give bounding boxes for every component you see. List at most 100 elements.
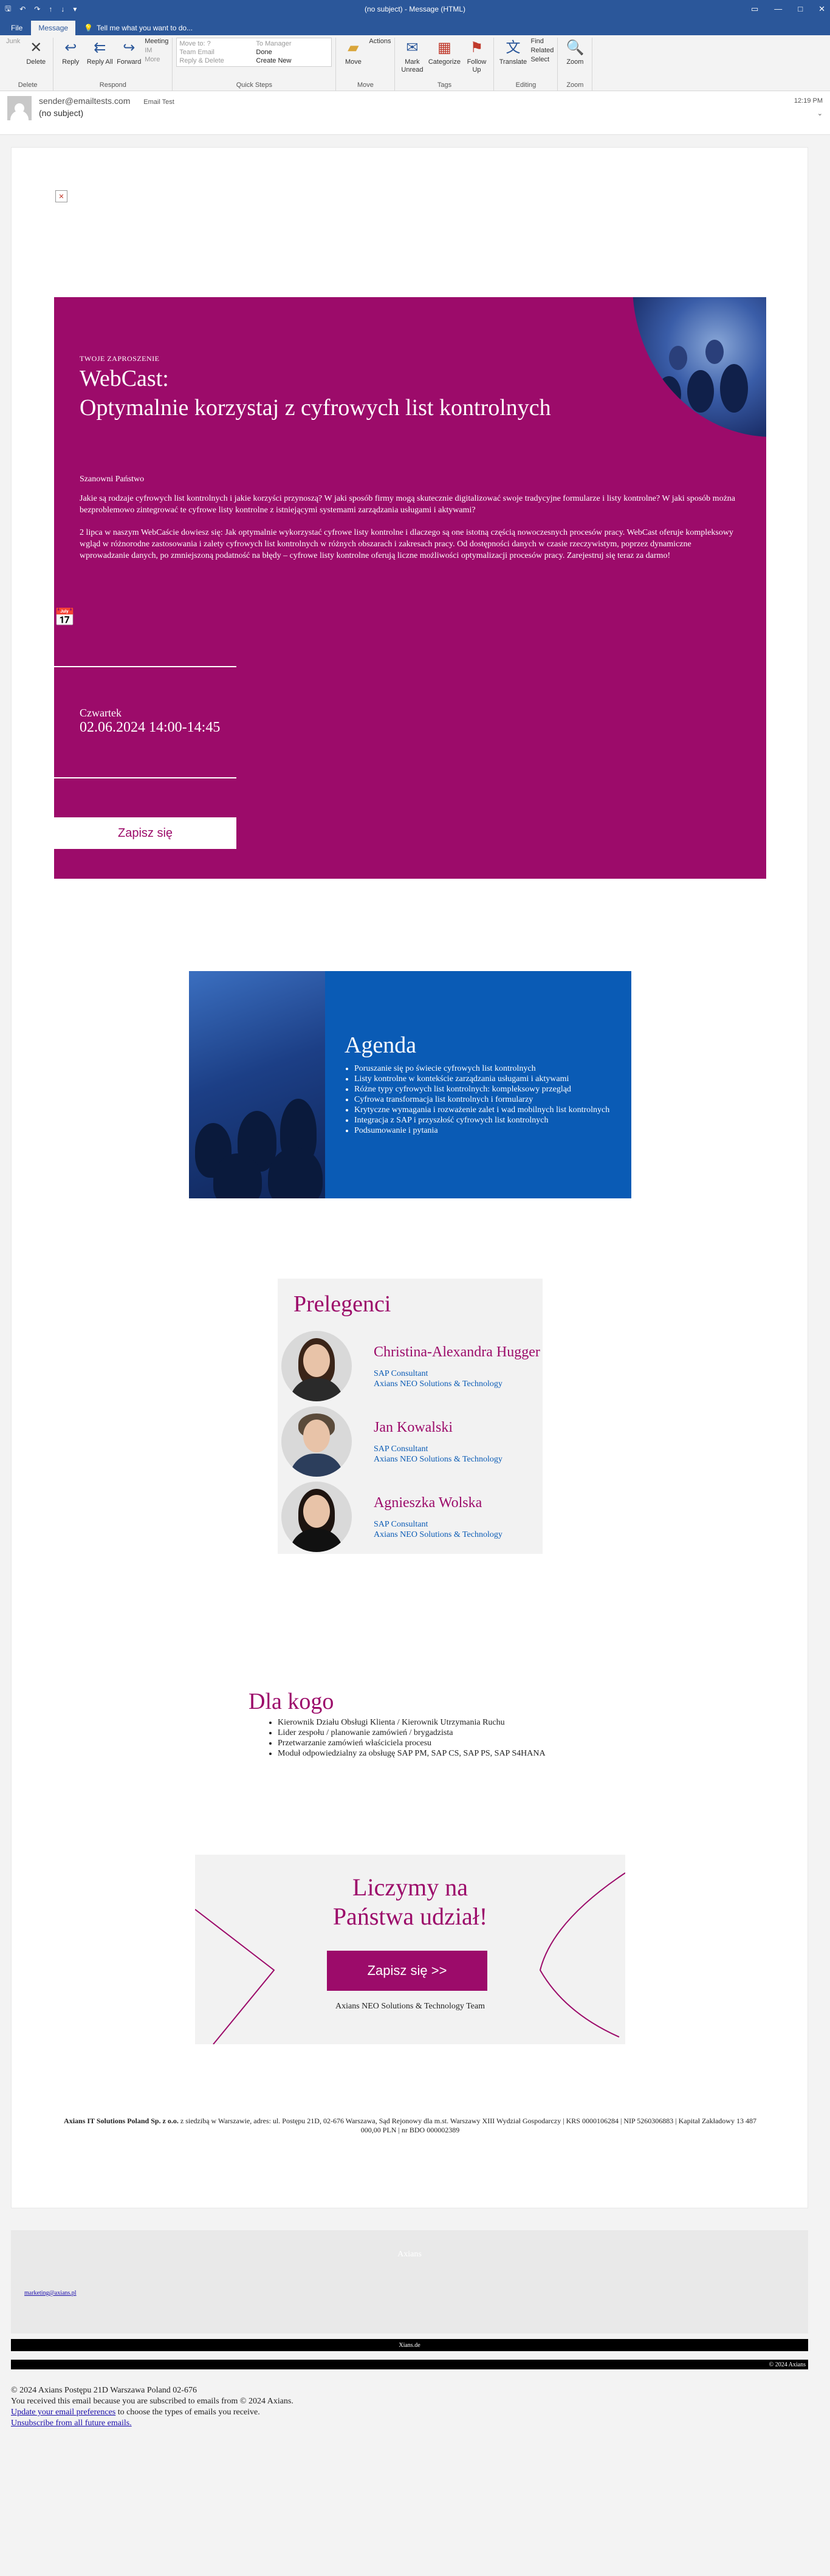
ribbon-group-label: Editing <box>515 81 537 89</box>
delete-button[interactable]: ✕ Delete <box>22 38 49 66</box>
sender-display-name: Email Test <box>143 98 174 106</box>
ribbon-group-respond: ↩ Reply ⇇ Reply All ↪ Forward Meeting IM… <box>53 38 173 91</box>
redo-icon[interactable]: ↷ <box>34 5 40 13</box>
select-button[interactable]: Select <box>530 56 554 63</box>
register-button[interactable]: Zapisz się >> <box>327 1951 487 1991</box>
list-item: Moduł odpowiedzialny za obsługę SAP PM, … <box>278 1748 613 1759</box>
quick-step-item[interactable]: Team Email <box>179 49 252 56</box>
speakers-section: Prelegenci Christina-Alexandra Hugger SA… <box>278 1279 543 1554</box>
footer-email-link[interactable]: marketing@axians.pl <box>24 2290 77 2296</box>
down-arrow-icon[interactable]: ↓ <box>61 5 64 13</box>
speaker-role-title: SAP Consultant <box>374 1369 428 1378</box>
legal-notice: Axians IT Solutions Poland Sp. z o.o. z … <box>60 2117 760 2135</box>
speaker-role-title: SAP Consultant <box>374 1444 428 1454</box>
list-item: Kierownik Działu Obsługi Klienta / Kiero… <box>278 1717 613 1728</box>
hero-title-line: WebCast: <box>80 366 169 391</box>
broken-image-icon: ✕ <box>55 190 67 202</box>
more-button[interactable]: More <box>145 56 168 63</box>
preferences-rest-text: to choose the types of emails you receiv… <box>115 2408 260 2417</box>
actions-button[interactable]: Actions <box>369 38 391 45</box>
speaker-photo <box>281 1331 352 1401</box>
footer-block: Axians marketing@axians.pl <box>11 2230 808 2334</box>
unsubscribe-link[interactable]: Unsubscribe from all future emails. <box>11 2418 293 2429</box>
event-datetime: 02.06.2024 14:00-14:45 <box>80 720 221 735</box>
list-item: Poruszanie się po świecie cyfrowych list… <box>354 1063 609 1074</box>
ribbon-group-move: ▰ Move Actions Move <box>336 38 396 91</box>
quick-access-toolbar: 🖫 ↶ ↷ ↑ ↓ ▾ <box>5 3 77 16</box>
ribbon-group-label: Move <box>357 81 374 89</box>
avatar-head-shape <box>15 103 24 113</box>
list-item: Listy kontrolne w kontekście zarządzania… <box>354 1074 609 1084</box>
hero-audience-photo <box>633 297 766 437</box>
subscription-notice: You received this email because you are … <box>11 2397 293 2406</box>
ribbon-group-label: Delete <box>18 81 38 89</box>
junk-button[interactable]: Junk <box>6 38 20 45</box>
footer-brand: Axians <box>397 2250 422 2259</box>
minimize-button[interactable]: — <box>774 4 782 14</box>
undo-icon[interactable]: ↶ <box>19 5 26 13</box>
quick-step-item[interactable]: Done <box>256 49 329 56</box>
speaker-role: SAP Consultant Axians NEO Solutions & Te… <box>374 1369 502 1389</box>
categorize-button[interactable]: ▦ Categorize <box>428 38 461 66</box>
maximize-button[interactable]: □ <box>798 4 803 14</box>
translate-button[interactable]: 文 Translate <box>498 38 528 66</box>
zoom-button[interactable]: 🔍 Zoom <box>561 38 588 66</box>
agenda-title: Agenda <box>345 1032 417 1058</box>
speaker-role-title: SAP Consultant <box>374 1520 428 1529</box>
join-title-line: Państwa udział! <box>332 1903 488 1930</box>
footer-bar-text[interactable]: Xians.de <box>399 2342 420 2349</box>
speaker-name: Agnieszka Wolska <box>374 1495 482 1511</box>
forward-icon: ↪ <box>123 39 135 56</box>
meeting-button[interactable]: Meeting <box>145 38 168 45</box>
expand-header-icon[interactable]: ⌄ <box>794 109 823 117</box>
window-controls: ▭ — □ ✕ <box>751 4 825 14</box>
audience-list: Kierownik Działu Obsługi Klienta / Kiero… <box>278 1717 613 1759</box>
find-button[interactable]: Find <box>530 38 554 45</box>
im-button[interactable]: IM <box>145 47 168 54</box>
ribbon-group-label: Quick Steps <box>236 81 273 89</box>
speaker-company: Axians NEO Solutions & Technology <box>374 1379 502 1389</box>
quick-step-item[interactable]: To Manager <box>256 40 329 47</box>
hero-banner: TWOJE ZAPROSZENIE WebCast: Optymalnie ko… <box>54 297 766 879</box>
speakers-title: Prelegenci <box>293 1291 391 1317</box>
tab-message[interactable]: Message <box>31 21 76 35</box>
ribbon-group-editing: 文 Translate Find Related Select Editing <box>494 38 558 91</box>
register-button[interactable]: Zapisz się <box>54 817 236 849</box>
reply-all-button[interactable]: ⇇ Reply All <box>86 38 113 66</box>
speaker-card: Jan Kowalski SAP Consultant Axians NEO S… <box>278 1406 543 1478</box>
customize-toolbar-icon[interactable]: ▾ <box>73 5 77 13</box>
intro-paragraph: 2 lipca w naszym WebCaście dowiesz się: … <box>80 528 733 560</box>
footer-bar: Xians.de <box>11 2339 808 2351</box>
save-icon[interactable]: 🖫 <box>5 3 11 16</box>
lightbulb-icon: 💡 <box>84 24 93 32</box>
ribbon-display-icon[interactable]: ▭ <box>751 4 758 14</box>
mark-unread-button[interactable]: ✉ Mark Unread <box>399 38 425 74</box>
sender-address-line: © 2024 Axians Postępu 21D Warszawa Polan… <box>11 2386 197 2395</box>
move-button[interactable]: ▰ Move <box>340 38 366 66</box>
reply-button[interactable]: ↩ Reply <box>57 38 84 66</box>
tell-me-box[interactable]: 💡 Tell me what you want to do... <box>77 21 200 35</box>
related-button[interactable]: Related <box>530 47 554 54</box>
update-preferences-link[interactable]: Update your email preferences <box>11 2407 115 2418</box>
quick-step-item[interactable]: Create New <box>256 57 329 64</box>
speaker-company: Axians NEO Solutions & Technology <box>374 1455 502 1464</box>
follow-up-button[interactable]: ⚑ Follow Up <box>463 38 490 74</box>
quick-step-item[interactable]: Reply & Delete <box>179 57 252 64</box>
envelope-icon: ✉ <box>406 39 419 56</box>
agenda-section: Agenda Poruszanie się po świecie cyfrowy… <box>189 971 631 1198</box>
tab-file[interactable]: File <box>4 21 30 35</box>
sender-address[interactable]: sender@emailtests.com <box>39 96 130 106</box>
up-arrow-icon[interactable]: ↑ <box>49 5 52 13</box>
email-fine-print: © 2024 Axians Postępu 21D Warszawa Polan… <box>11 2385 293 2429</box>
ribbon-group-zoom: 🔍 Zoom Zoom <box>558 38 593 91</box>
message-subject: (no subject) <box>39 108 84 118</box>
quick-step-item[interactable]: Move to: ? <box>179 40 252 47</box>
close-button[interactable]: ✕ <box>818 4 825 14</box>
forward-button[interactable]: ↪ Forward <box>115 38 142 66</box>
speaker-role: SAP Consultant Axians NEO Solutions & Te… <box>374 1519 502 1540</box>
folder-icon: ▰ <box>348 39 359 56</box>
speaker-company: Axians NEO Solutions & Technology <box>374 1530 502 1539</box>
list-item: Integracja z SAP i przyszłość cyfrowych … <box>354 1115 609 1125</box>
calendar-icon: 📅 <box>54 608 75 627</box>
speaker-role: SAP Consultant Axians NEO Solutions & Te… <box>374 1444 502 1465</box>
